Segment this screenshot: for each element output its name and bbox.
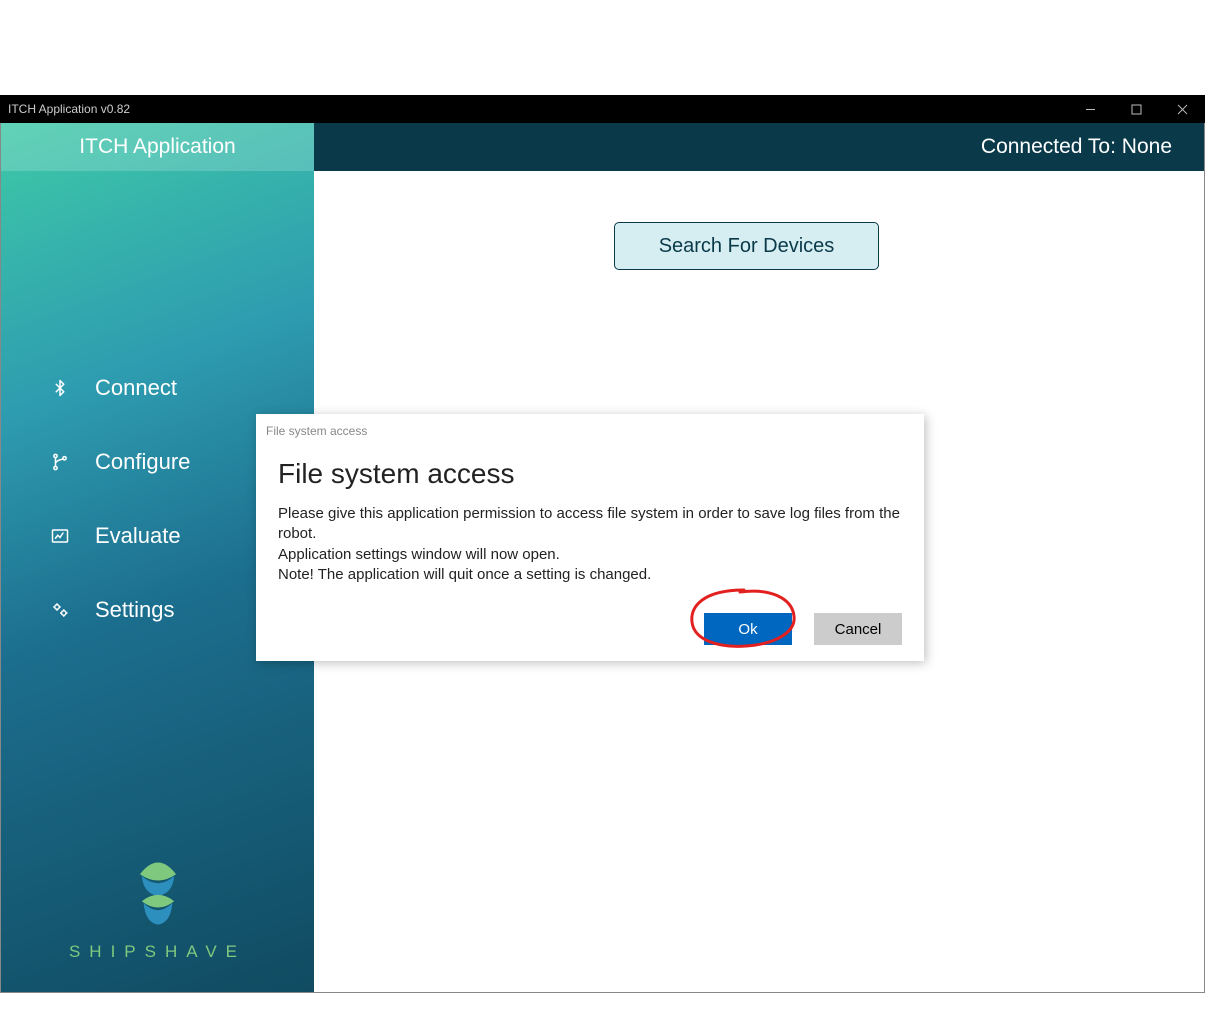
sidebar-item-label: Configure <box>95 449 190 475</box>
logo-text: SHIPSHAVE <box>69 942 246 962</box>
logo-icon <box>131 856 185 932</box>
maximize-button[interactable] <box>1113 95 1159 123</box>
logo: SHIPSHAVE <box>1 856 314 962</box>
ok-button[interactable]: Ok <box>704 613 792 645</box>
sidebar-header-label: ITCH Application <box>79 135 235 159</box>
search-for-devices-label: Search For Devices <box>659 235 835 258</box>
dialog-body-line: Note! The application will quit once a s… <box>278 565 902 585</box>
window-title: ITCH Application v0.82 <box>8 102 130 116</box>
dialog-window-title: File system access <box>266 424 902 438</box>
close-button[interactable] <box>1159 95 1205 123</box>
main-header: Connected To: None <box>314 123 1204 171</box>
minimize-button[interactable] <box>1067 95 1113 123</box>
sidebar-item-label: Settings <box>95 597 175 623</box>
blank-region <box>0 0 1205 95</box>
cancel-button-label: Cancel <box>835 621 882 638</box>
gears-icon <box>49 599 71 621</box>
ok-button-label: Ok <box>738 621 757 638</box>
dialog-body-line: Please give this application permission … <box>278 504 902 545</box>
minimize-icon <box>1085 104 1096 115</box>
bluetooth-icon <box>49 377 71 399</box>
maximize-icon <box>1131 104 1142 115</box>
search-for-devices-button[interactable]: Search For Devices <box>614 222 879 270</box>
sidebar-item-label: Connect <box>95 375 177 401</box>
dialog-body: Please give this application permission … <box>278 504 902 585</box>
chart-icon <box>49 525 71 547</box>
file-system-access-dialog: File system access File system access Pl… <box>256 414 924 661</box>
connection-status-value: None <box>1122 135 1172 159</box>
connection-status-label: Connected To: <box>981 135 1116 159</box>
branch-icon <box>49 451 71 473</box>
sidebar-header: ITCH Application <box>1 123 314 171</box>
dialog-body-line: Application settings window will now ope… <box>278 545 902 565</box>
cancel-button[interactable]: Cancel <box>814 613 902 645</box>
dialog-heading: File system access <box>278 458 902 490</box>
sidebar-item-label: Evaluate <box>95 523 181 549</box>
close-icon <box>1177 104 1188 115</box>
titlebar: ITCH Application v0.82 <box>0 95 1205 123</box>
